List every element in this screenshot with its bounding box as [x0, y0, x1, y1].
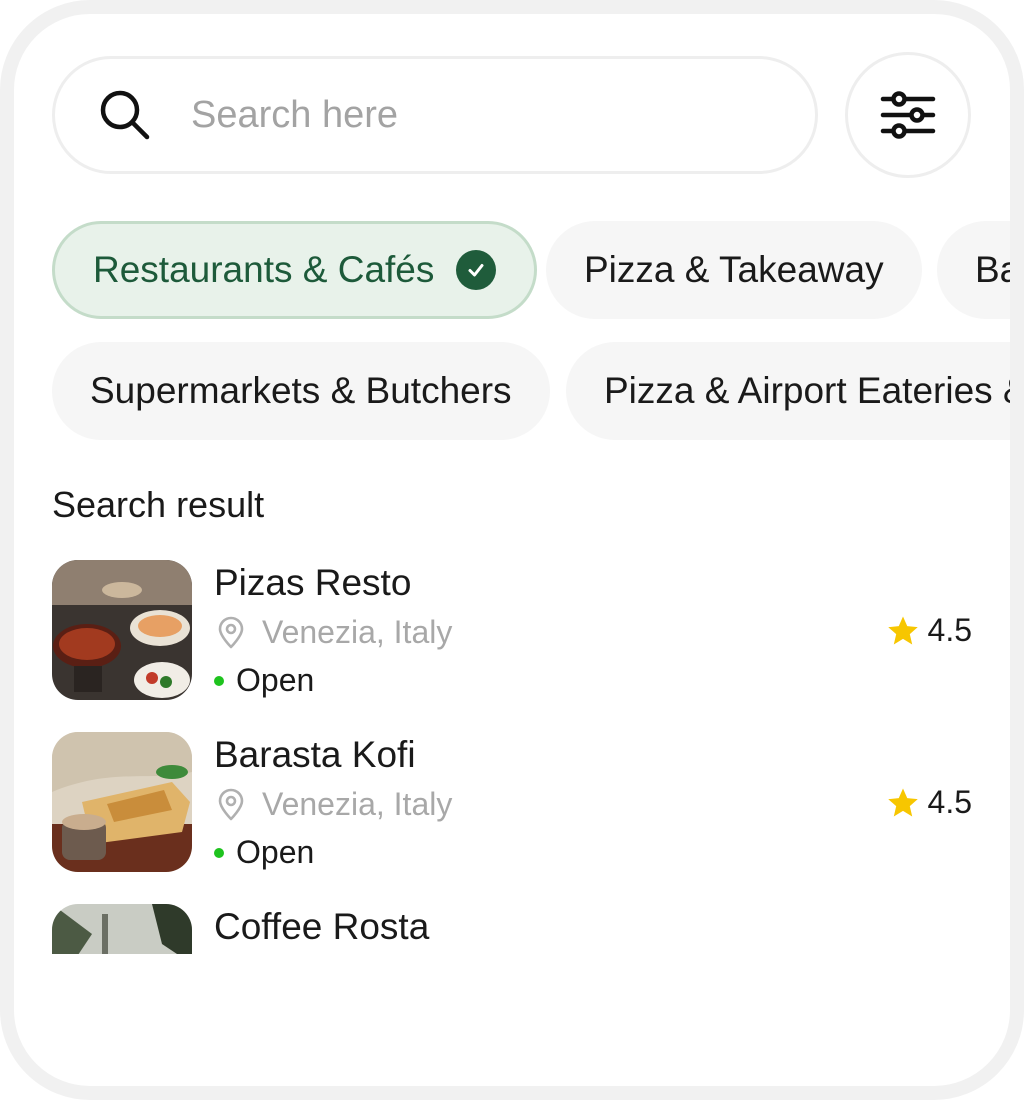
rating: 4.5 — [886, 784, 972, 821]
status-badge: Open — [214, 662, 314, 699]
status-dot — [214, 675, 224, 686]
section-title: Search result — [52, 484, 265, 525]
map-pin-icon — [218, 616, 244, 648]
search-bar[interactable] — [52, 56, 818, 174]
chip-pizza-takeaway[interactable]: Pizza & Takeaway — [546, 221, 922, 319]
map-pin-icon — [218, 788, 244, 820]
restaurant-name: Coffee Rosta — [214, 906, 430, 947]
chip-label: Pizza & Takeaway — [584, 249, 884, 290]
star-icon — [887, 788, 918, 816]
rating-value: 4.5 — [927, 612, 972, 648]
restaurant-thumbnail — [52, 560, 192, 700]
rating: 4.5 — [886, 612, 972, 649]
status-text: Open — [236, 834, 315, 870]
star-icon — [887, 616, 918, 644]
chip-partial[interactable]: Ba — [937, 221, 1010, 319]
filter-button[interactable] — [845, 52, 971, 178]
chip-label: Supermarkets & Butchers — [90, 370, 512, 411]
restaurant-name: Pizas Resto — [214, 562, 412, 603]
check-circle-icon — [456, 250, 497, 290]
restaurant-location: Venezia, Italy — [214, 786, 452, 823]
status-text: Open — [236, 662, 315, 698]
chip-restaurants-cafes[interactable]: Restaurants & Cafés — [52, 221, 538, 319]
list-item[interactable]: Coffee Rosta — [52, 904, 972, 954]
chip-pizza-airport[interactable]: Pizza & Airport Eateries & — [566, 342, 1010, 440]
chip-label: Ba — [975, 249, 1010, 290]
rating-value: 4.5 — [927, 784, 972, 820]
chip-supermarkets-butchers[interactable]: Supermarkets & Butchers — [52, 342, 550, 440]
location-text: Venezia, Italy — [262, 786, 453, 822]
list-item[interactable]: Pizas Resto Venezia, Italy Open 4.5 — [52, 560, 972, 702]
status-badge: Open — [214, 834, 314, 871]
status-dot — [214, 847, 224, 858]
restaurant-thumbnail — [52, 732, 192, 872]
search-input[interactable] — [191, 93, 751, 137]
restaurant-location: Venezia, Italy — [214, 614, 452, 651]
restaurant-thumbnail — [52, 904, 192, 954]
list-item[interactable]: Barasta Kofi Venezia, Italy Open 4.5 — [52, 732, 972, 874]
chip-label: Pizza & Airport Eateries & — [604, 370, 1010, 411]
search-icon — [100, 90, 150, 140]
chip-label: Restaurants & Cafés — [93, 249, 435, 290]
app-screen: Restaurants & Cafés Pizza & Takeaway Ba … — [14, 14, 1010, 954]
sliders-icon — [880, 91, 936, 139]
restaurant-name: Barasta Kofi — [214, 734, 416, 775]
location-text: Venezia, Italy — [262, 614, 453, 650]
